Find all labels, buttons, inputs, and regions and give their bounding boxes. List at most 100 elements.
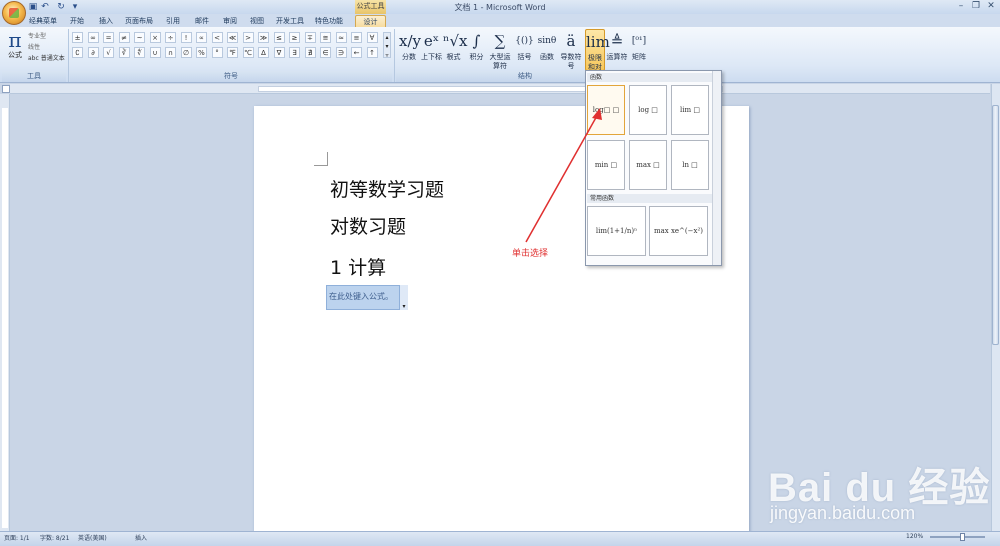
professional-button[interactable]: 专业型 — [28, 31, 46, 40]
symbol-button[interactable]: ∪ — [149, 47, 161, 58]
symbol-button[interactable]: ∛ — [118, 47, 130, 58]
normal-text-button[interactable]: abc 普通文本 — [28, 53, 65, 62]
symbol-button[interactable]: ÷ — [165, 32, 176, 43]
symbol-button[interactable]: ∃ — [289, 47, 300, 58]
symbol-button[interactable]: ~ — [134, 32, 145, 43]
symbol-button[interactable]: ∋ — [335, 47, 347, 58]
symbol-button[interactable]: ∀ — [366, 32, 378, 43]
symbol-button[interactable]: ∜ — [134, 47, 145, 58]
status-zoom[interactable]: 120% — [906, 533, 923, 540]
tab-view[interactable]: 视图 — [246, 15, 268, 27]
status-language[interactable]: 英语(美国) — [78, 533, 107, 542]
symbol-button[interactable]: ∈ — [320, 47, 331, 58]
symbol-button[interactable]: ∆ — [258, 47, 269, 58]
fraction-label: 分数 — [402, 53, 416, 61]
gallery-scrollbar[interactable] — [712, 71, 721, 265]
script-button[interactable]: eˣ 上下标 — [421, 29, 442, 71]
tab-review[interactable]: 审阅 — [219, 15, 241, 27]
office-button[interactable] — [2, 1, 26, 25]
document-line-1[interactable]: 初等数学习题 — [330, 175, 444, 202]
symbol-button[interactable]: ∝ — [196, 32, 207, 43]
function-button[interactable]: sinθ 函数 — [536, 29, 558, 71]
tab-references[interactable]: 引用 — [162, 15, 184, 27]
symbol-button[interactable]: ≡ — [351, 32, 362, 43]
minimize-icon[interactable]: – — [954, 1, 968, 12]
symbol-button[interactable]: ∁ — [72, 47, 83, 58]
zoom-thumb[interactable] — [960, 533, 965, 541]
linear-button[interactable]: 线性 — [28, 42, 40, 51]
margin-corner-mark — [314, 152, 328, 166]
symbol-button[interactable]: ∅ — [180, 47, 192, 58]
tab-insert[interactable]: 插入 — [95, 15, 117, 27]
symbol-button[interactable]: ≠ — [118, 32, 130, 43]
fraction-icon: x/y — [399, 32, 421, 50]
tab-features[interactable]: 特色功能 — [312, 15, 346, 27]
close-icon[interactable]: ✕ — [984, 1, 998, 12]
document-line-2[interactable]: 对数习题 — [330, 212, 406, 239]
tab-page-layout[interactable]: 页面布局 — [123, 15, 155, 27]
tab-classic-menu[interactable]: 经典菜单 — [28, 15, 58, 27]
gallery-item-max-xe[interactable]: max xe^(−x²) — [649, 206, 708, 256]
matrix-button[interactable]: [⁰¹] 矩阵 — [629, 29, 649, 71]
large-operator-button[interactable]: ∑ 大型运算符 — [488, 29, 512, 71]
symbol-button[interactable]: × — [149, 32, 161, 43]
radical-icon: ⁿ√x — [443, 32, 468, 50]
symbol-button[interactable]: ∄ — [304, 47, 316, 58]
group-separator — [394, 29, 395, 82]
tab-design[interactable]: 设计 — [355, 15, 386, 27]
status-words[interactable]: 字数: 8/21 — [40, 533, 69, 542]
symbol-button[interactable]: > — [242, 32, 254, 43]
symbol-button[interactable]: ← — [351, 47, 362, 58]
symbol-button[interactable]: ≈ — [335, 32, 347, 43]
status-mode[interactable]: 插入 — [135, 533, 147, 542]
status-page[interactable]: 页面: 1/1 — [4, 533, 30, 542]
tab-developer[interactable]: 开发工具 — [274, 15, 306, 27]
accent-button[interactable]: ä 导数符号 — [559, 29, 583, 71]
symbol-button[interactable]: ≅ — [320, 32, 331, 43]
bracket-button[interactable]: {()} 括号 — [514, 29, 535, 71]
symbol-button[interactable]: ↑ — [366, 47, 378, 58]
symbol-button[interactable]: ∩ — [165, 47, 176, 58]
equation-placeholder[interactable]: 在此处键入公式。 — [329, 291, 393, 302]
gallery-item-ln[interactable]: ln □ — [671, 140, 709, 190]
tab-home[interactable]: 开始 — [66, 15, 88, 27]
formula-label: 公式 — [8, 51, 22, 59]
symbol-button[interactable]: ∞ — [87, 32, 99, 43]
symbol-button[interactable]: < — [211, 32, 223, 43]
fraction-button[interactable]: x/y 分数 — [399, 29, 421, 71]
bracket-icon: {()} — [515, 36, 534, 46]
integral-button[interactable]: ∫ 积分 — [466, 29, 487, 71]
restore-icon[interactable]: ❐ — [969, 1, 983, 12]
script-icon: eˣ — [423, 32, 440, 50]
symbol-button[interactable]: ℉ — [227, 47, 238, 58]
formula-button[interactable]: π 公式 — [6, 29, 24, 61]
symbol-button[interactable]: ° — [211, 47, 223, 58]
symbol-button[interactable]: ∂ — [87, 47, 99, 58]
limit-log-button[interactable]: lim极限和对数 — [585, 29, 610, 80]
symbol-button[interactable]: ℃ — [242, 47, 254, 58]
symbol-button[interactable]: √ — [103, 47, 114, 58]
symbols-scroll[interactable]: ▴ ▾ ▿ — [383, 32, 391, 59]
operator-button[interactable]: ≜ 运算符 — [606, 29, 628, 71]
gallery-item-max[interactable]: max □ — [629, 140, 667, 190]
scrollbar-thumb[interactable] — [992, 105, 999, 345]
symbol-button[interactable]: ∓ — [304, 32, 316, 43]
symbol-button[interactable]: = — [103, 32, 114, 43]
zoom-slider[interactable] — [930, 536, 985, 538]
radical-button[interactable]: ⁿ√x 根式 — [443, 29, 468, 71]
symbol-button[interactable]: % — [196, 47, 207, 58]
gallery-item-log[interactable]: log □ — [629, 85, 667, 135]
symbol-button[interactable]: ≪ — [227, 32, 238, 43]
status-bar — [0, 531, 1000, 546]
tab-mailings[interactable]: 邮件 — [191, 15, 213, 27]
tab-selector[interactable] — [2, 85, 10, 93]
gallery-item-lim[interactable]: lim □ — [671, 85, 709, 135]
equation-options-dropdown[interactable]: ▾ — [399, 285, 408, 310]
symbol-button[interactable]: ∇ — [273, 47, 285, 58]
symbol-button[interactable]: ! — [180, 32, 192, 43]
document-line-3[interactable]: 1 计算 — [330, 253, 386, 280]
symbol-button[interactable]: ± — [72, 32, 83, 43]
symbol-button[interactable]: ≫ — [258, 32, 269, 43]
symbol-button[interactable]: ≥ — [289, 32, 300, 43]
symbol-button[interactable]: ≤ — [273, 32, 285, 43]
